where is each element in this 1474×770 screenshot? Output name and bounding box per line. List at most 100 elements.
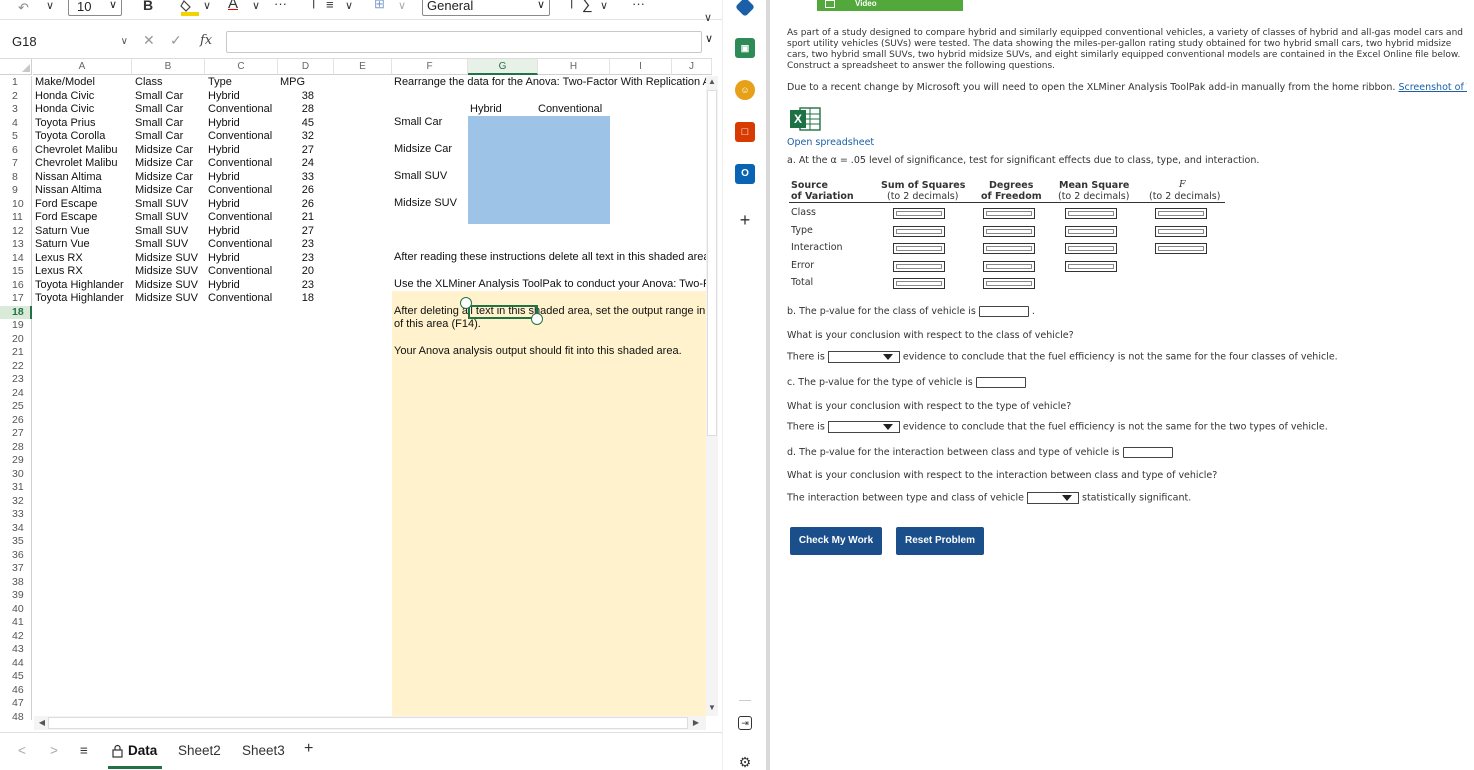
row-header-24[interactable]: 24	[0, 386, 32, 400]
p-value-interaction-input[interactable]	[1122, 447, 1173, 458]
class-sum-of-squares-input[interactable]	[893, 208, 945, 219]
bold-button[interactable]: B	[143, 0, 153, 15]
vertical-scroll-thumb[interactable]	[707, 90, 717, 436]
row-header-30[interactable]: 30	[0, 467, 32, 481]
class-f-value-input[interactable]	[1155, 208, 1207, 219]
row-header-33[interactable]: 33	[0, 508, 32, 522]
interaction-sum-of-squares-input[interactable]	[893, 243, 945, 254]
fx-icon[interactable]: fx	[200, 33, 212, 48]
scroll-right-icon[interactable]: ▶	[690, 717, 702, 729]
toolpak-screenshot-link[interactable]: Screenshot of ToolPak	[1398, 82, 1467, 93]
interaction-f-value-input[interactable]	[1155, 243, 1207, 254]
p-value-type-input[interactable]	[975, 377, 1026, 388]
check-my-work-button[interactable]: Check My Work	[790, 527, 882, 555]
row-header-47[interactable]: 47	[0, 697, 32, 711]
row-header-14[interactable]: 14	[0, 251, 32, 265]
cancel-icon[interactable]: ✕	[143, 32, 155, 49]
formula-input[interactable]	[226, 31, 702, 53]
row-header-39[interactable]: 39	[0, 589, 32, 603]
align-dropdown-icon[interactable]: ∨	[345, 0, 353, 16]
select-all-corner[interactable]	[0, 59, 32, 75]
row-header-29[interactable]: 29	[0, 454, 32, 468]
more-commands-icon[interactable]: ···	[632, 0, 645, 14]
office-icon[interactable]: □	[735, 122, 755, 142]
reset-problem-button[interactable]: Reset Problem	[896, 527, 984, 555]
font-size-select[interactable]: 10 ∨	[68, 0, 122, 16]
interaction-mean-square-input[interactable]	[1065, 243, 1117, 254]
row-header-6[interactable]: 6	[0, 143, 32, 157]
prev-sheet-icon[interactable]: <	[18, 743, 26, 758]
column-header-f[interactable]: F	[392, 59, 468, 75]
row-header-3[interactable]: 3	[0, 103, 32, 117]
selection-handle-start[interactable]	[460, 297, 472, 309]
class-degrees-of-freedom-input[interactable]	[983, 208, 1035, 219]
data-entry-shaded-area[interactable]	[468, 116, 610, 224]
row-header-23[interactable]: 23	[0, 373, 32, 387]
interaction-degrees-of-freedom-input[interactable]	[983, 243, 1035, 254]
row-header-22[interactable]: 22	[0, 359, 32, 373]
fill-color-dropdown-icon[interactable]: ∨	[203, 0, 211, 16]
column-header-a[interactable]: A	[33, 59, 132, 75]
font-color-dropdown-icon[interactable]: ∨	[252, 0, 260, 16]
row-header-41[interactable]: 41	[0, 616, 32, 630]
autosum-icon[interactable]: ∑	[582, 0, 593, 15]
evidence-class-select[interactable]	[827, 351, 900, 363]
row-header-44[interactable]: 44	[0, 656, 32, 670]
row-header-40[interactable]: 40	[0, 602, 32, 616]
font-color-icon[interactable]: A	[228, 0, 238, 14]
p-value-class-input[interactable]	[978, 306, 1029, 317]
fill-color-icon[interactable]	[180, 0, 200, 16]
sheet-tab-data[interactable]: Data	[108, 739, 162, 769]
column-header-j[interactable]: J	[672, 59, 712, 75]
row-header-35[interactable]: 35	[0, 535, 32, 549]
row-header-5[interactable]: 5	[0, 130, 32, 144]
row-header-10[interactable]: 10	[0, 197, 32, 211]
error-sum-of-squares-input[interactable]	[893, 260, 945, 272]
row-header-9[interactable]: 9	[0, 184, 32, 198]
row-header-36[interactable]: 36	[0, 548, 32, 562]
class-mean-square-input[interactable]	[1065, 208, 1117, 219]
row-header-13[interactable]: 13	[0, 238, 32, 252]
undo-dropdown-icon[interactable]: ∨	[46, 0, 54, 16]
column-header-i[interactable]: I	[610, 59, 672, 75]
row-header-27[interactable]: 27	[0, 427, 32, 441]
row-header-18[interactable]: 18	[0, 305, 32, 319]
ribbon-collapse-chevron-icon[interactable]: ∨	[704, 10, 712, 28]
row-header-25[interactable]: 25	[0, 400, 32, 414]
sheet-tab-sheet3[interactable]: Sheet3	[242, 743, 285, 758]
column-header-g[interactable]: G	[468, 59, 538, 75]
row-header-19[interactable]: 19	[0, 319, 32, 333]
active-cell-selection[interactable]	[468, 305, 540, 321]
type-sum-of-squares-input[interactable]	[893, 225, 945, 237]
excel-logo-icon[interactable]: X	[788, 106, 822, 132]
row-header-46[interactable]: 46	[0, 683, 32, 697]
align-icon[interactable]: ≡	[326, 0, 334, 15]
name-box[interactable]: G18 ∨	[8, 31, 130, 53]
row-header-11[interactable]: 11	[0, 211, 32, 225]
column-header-h[interactable]: H	[538, 59, 610, 75]
row-header-31[interactable]: 31	[0, 481, 32, 495]
type-degrees-of-freedom-input[interactable]	[983, 225, 1035, 237]
settings-gear-icon[interactable]: ⚙	[735, 752, 755, 770]
horizontal-scrollbar[interactable]: ◀ ▶	[34, 716, 706, 730]
people-icon[interactable]: ☺	[735, 80, 755, 100]
total-degrees-of-freedom-input[interactable]	[983, 278, 1035, 289]
more-options-icon[interactable]: ···	[274, 0, 287, 14]
row-header-7[interactable]: 7	[0, 157, 32, 171]
briefcase-icon[interactable]: ▣	[735, 38, 755, 58]
number-format-select[interactable]: General ∨	[422, 0, 550, 16]
row-header-45[interactable]: 45	[0, 670, 32, 684]
selection-handle-end[interactable]	[531, 313, 543, 325]
all-sheets-menu-icon[interactable]: ≡	[80, 743, 88, 758]
tag-icon[interactable]	[735, 0, 755, 17]
sheet-tab-sheet2[interactable]: Sheet2	[178, 743, 221, 758]
autosum-dropdown-icon[interactable]: ∨	[600, 0, 608, 16]
row-header-17[interactable]: 17	[0, 292, 32, 306]
row-header-37[interactable]: 37	[0, 562, 32, 576]
worksheet-grid[interactable]: ABCDEFGHIJ 1 2 3 4 5 6 7 8 9 10 11 12 13 14 15 16 17 18 19…	[0, 58, 712, 720]
row-header-15[interactable]: 15	[0, 265, 32, 279]
expand-formula-chevron-icon[interactable]: ∨	[705, 32, 713, 45]
scroll-up-icon[interactable]: ▲	[706, 76, 718, 88]
row-header-48[interactable]: 48	[0, 710, 32, 720]
undo-icon[interactable]: ↶	[18, 0, 29, 18]
